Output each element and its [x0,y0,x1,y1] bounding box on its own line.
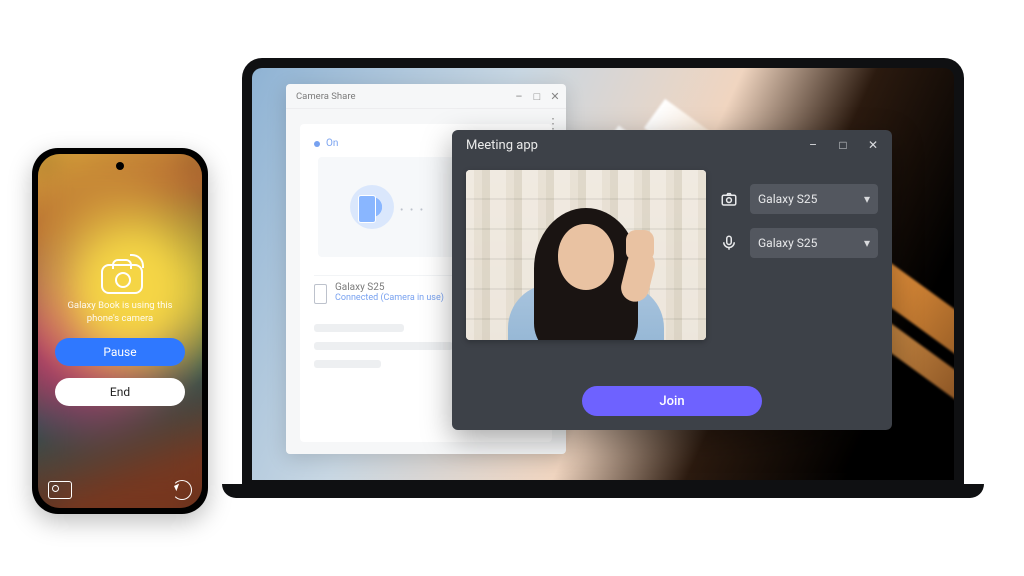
connection-dots-icon: • • • [400,205,425,216]
end-button[interactable]: End [55,378,185,406]
device-name: Galaxy S25 [335,282,444,293]
camera-share-titlebar[interactable]: Camera Share – □ ✕ [286,84,566,109]
chevron-down-icon: ▾ [864,236,870,250]
phone-screen: Galaxy Book is using this phone's camera… [38,154,202,508]
camera-icon [720,190,740,208]
camera-share-caption: Galaxy Book is using this phone's camera [56,300,184,326]
laptop-screen: Camera Share – □ ✕ ⋮ On • • • [252,68,954,480]
maximize-button[interactable]: □ [828,131,858,159]
phone-frame: Galaxy Book is using this phone's camera… [32,148,208,514]
placeholder-row [314,342,453,350]
status-dot-icon [314,141,320,147]
close-button[interactable]: ✕ [858,131,888,159]
camera-share-icon [98,256,142,292]
gallery-icon[interactable] [48,481,72,499]
microphone-icon [720,234,740,252]
end-button-label: End [110,385,130,399]
device-status: Connected (Camera in use) [335,293,444,303]
laptop-base [222,484,984,498]
window-controls: – □ ✕ [514,91,560,101]
mic-select-value: Galaxy S25 [758,236,864,250]
phone-illustration-icon [358,195,376,223]
camera-select[interactable]: Galaxy S25 ▾ [750,184,878,214]
video-preview [466,170,706,340]
placeholder-row [314,360,381,368]
minimize-button[interactable]: – [798,131,828,159]
camera-share-title: Camera Share [296,91,514,102]
mic-select-row: Galaxy S25 ▾ [720,228,878,258]
meeting-app-titlebar[interactable]: Meeting app – □ ✕ [452,130,892,160]
join-button[interactable]: Join [582,386,762,416]
minimize-button[interactable]: – [514,91,524,101]
laptop-frame: Camera Share – □ ✕ ⋮ On • • • [242,58,964,488]
window-controls: – □ ✕ [798,131,888,159]
meeting-app-window: Meeting app – □ ✕ [452,130,892,430]
pause-button[interactable]: Pause [55,338,185,366]
switch-camera-icon[interactable] [172,480,192,500]
camera-select-row: Galaxy S25 ▾ [720,184,878,214]
mic-select[interactable]: Galaxy S25 ▾ [750,228,878,258]
placeholder-row [314,324,404,332]
status-label: On [326,138,338,149]
join-button-label: Join [659,394,684,409]
pause-button-label: Pause [103,345,136,359]
phone-outline-icon [314,284,327,304]
meeting-app-title: Meeting app [466,138,798,153]
chevron-down-icon: ▾ [864,192,870,206]
close-button[interactable]: ✕ [550,91,560,101]
maximize-button[interactable]: □ [532,91,542,101]
camera-select-value: Galaxy S25 [758,192,864,206]
